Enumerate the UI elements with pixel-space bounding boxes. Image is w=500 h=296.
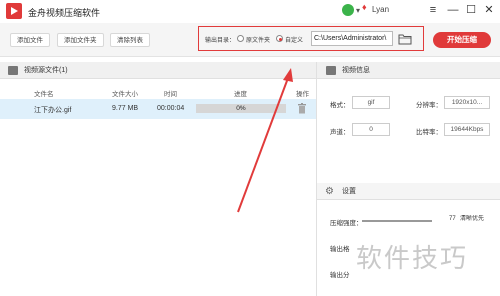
watermark-text: 软件技巧 — [356, 244, 469, 274]
